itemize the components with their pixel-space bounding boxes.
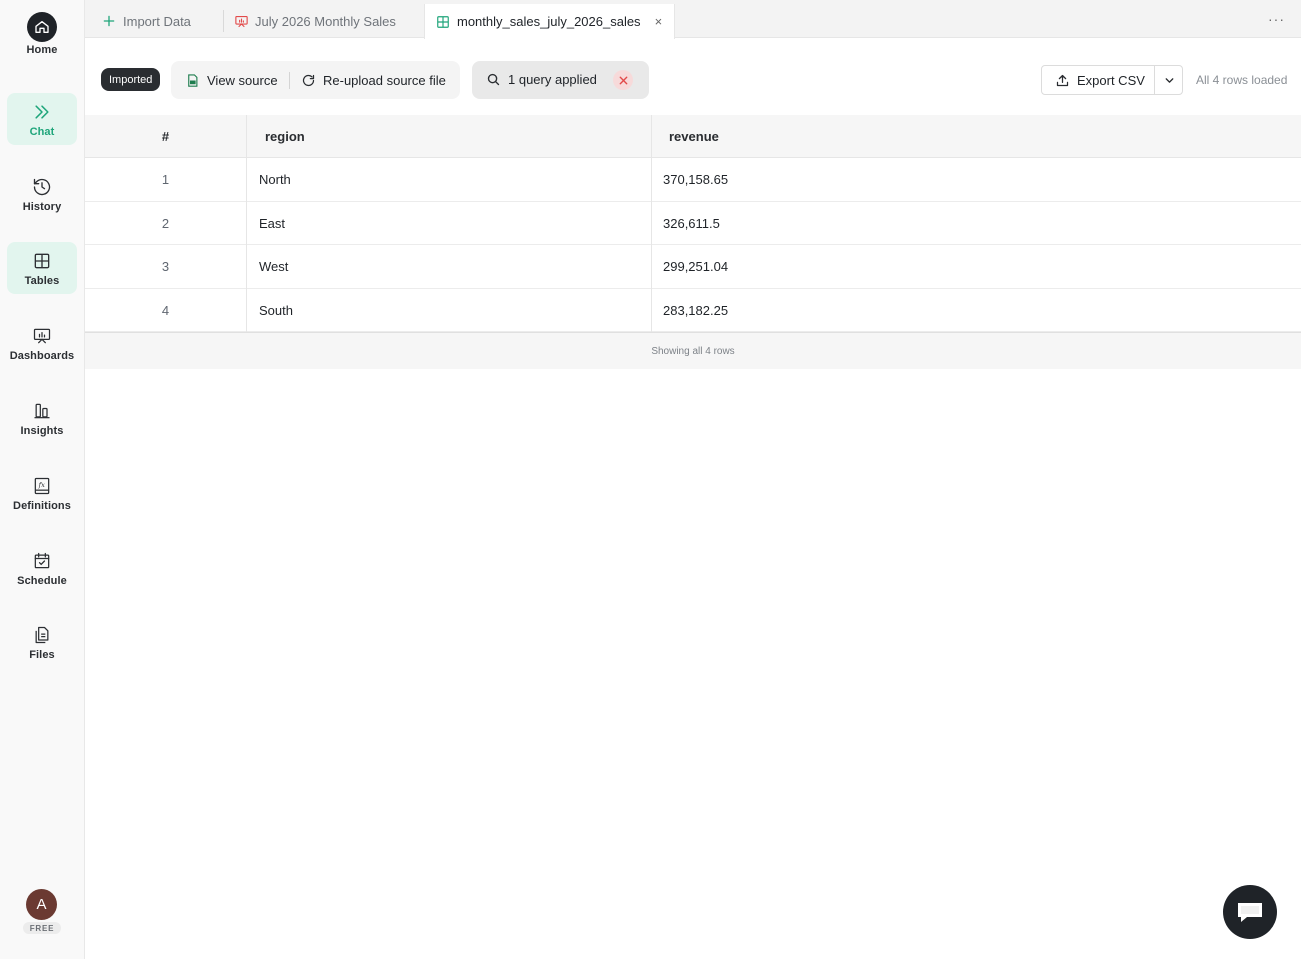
chat-bubble-icon <box>1238 903 1262 922</box>
toolbar-divider <box>289 72 290 89</box>
column-header-revenue[interactable]: revenue <box>669 115 719 158</box>
sidebar-item-label: Insights <box>20 424 64 437</box>
row-index: 1 <box>161 172 170 187</box>
close-icon[interactable]: × <box>655 14 663 29</box>
sidebar-item-label: Files <box>29 648 55 661</box>
export-group: Export CSV <box>1041 65 1183 95</box>
bar-columns-icon <box>31 400 53 422</box>
refresh-icon <box>301 72 317 88</box>
clear-query-button[interactable] <box>613 70 633 90</box>
revenue-cell[interactable]: 370,158.65 <box>663 158 728 201</box>
table-icon <box>435 14 451 30</box>
region-cell[interactable]: South <box>259 289 293 332</box>
presentation-chart-icon <box>31 325 53 347</box>
imported-badge: Imported <box>101 68 161 91</box>
sidebar-item-history[interactable]: History <box>7 168 77 220</box>
more-options-icon[interactable]: ··· <box>1268 11 1285 27</box>
tab-label: monthly_sales_july_2026_sales <box>457 14 641 29</box>
revenue-cell[interactable]: 326,611.5 <box>663 202 720 245</box>
revenue-cell[interactable]: 283,182.25 <box>663 289 728 332</box>
svg-text:fx: fx <box>38 480 45 488</box>
reupload-button[interactable]: Re-upload source file <box>301 61 446 99</box>
sidebar-item-definitions[interactable]: fx Definitions <box>7 467 77 519</box>
tab-july-2026-monthly-sales[interactable]: July 2026 Monthly Sales <box>223 4 424 38</box>
chevron-down-icon <box>1165 77 1173 83</box>
region-cell[interactable]: West <box>259 245 288 288</box>
export-options-button[interactable] <box>1154 66 1183 94</box>
tab-monthly-sales-table[interactable]: monthly_sales_july_2026_sales × <box>424 4 675 39</box>
tab-bar: Import Data July 2026 Monthly Sales mont… <box>85 0 1301 39</box>
files-icon <box>31 624 53 646</box>
view-source-button[interactable]: View source <box>185 61 278 99</box>
search-icon <box>486 72 501 92</box>
avatar[interactable]: A <box>26 889 57 920</box>
upload-icon <box>1055 73 1070 88</box>
plan-badge: FREE <box>23 922 61 934</box>
sidebar-item-label: History <box>22 200 62 213</box>
sidebar-item-label: Dashboards <box>9 349 75 362</box>
history-icon <box>31 176 53 198</box>
table-row[interactable]: 3 West 299,251.04 <box>85 245 1301 289</box>
sidebar-item-tables[interactable]: Tables <box>7 242 77 294</box>
support-chat-button[interactable] <box>1223 885 1277 939</box>
table-footer: Showing all 4 rows <box>85 332 1301 369</box>
region-cell[interactable]: North <box>259 158 291 201</box>
sidebar-item-schedule[interactable]: Schedule <box>7 542 77 594</box>
reupload-label: Re-upload source file <box>323 72 446 88</box>
sidebar-item-label: Schedule <box>17 574 67 587</box>
sidebar-item-label: Home <box>26 44 58 56</box>
close-icon <box>619 76 627 84</box>
query-filter-pill[interactable]: 1 query applied <box>472 61 649 99</box>
table-row[interactable]: 4 South 283,182.25 <box>85 289 1301 332</box>
sidebar: Home Chat History Tables Dashboards Insi… <box>0 0 85 959</box>
dashboard-icon <box>233 13 249 29</box>
sidebar-item-files[interactable]: Files <box>7 616 77 668</box>
view-source-label: View source <box>207 72 278 88</box>
export-csv-label: Export CSV <box>1077 72 1145 88</box>
sidebar-item-label: Definitions <box>13 499 71 512</box>
column-divider[interactable] <box>651 115 652 332</box>
sidebar-item-chat[interactable]: Chat <box>7 93 77 145</box>
spreadsheet-file-icon <box>185 72 201 88</box>
table-grid-icon <box>31 250 53 272</box>
home-icon <box>27 12 57 42</box>
data-table: # region revenue 1 North 370,158.65 2 Ea… <box>85 115 1301 369</box>
query-applied-label: 1 query applied <box>508 72 597 87</box>
tab-label: July 2026 Monthly Sales <box>255 13 396 29</box>
column-header-region[interactable]: region <box>265 115 305 158</box>
revenue-cell[interactable]: 299,251.04 <box>663 245 728 288</box>
sidebar-item-insights[interactable]: Insights <box>7 392 77 444</box>
region-cell[interactable]: East <box>259 202 285 245</box>
table-row[interactable]: 1 North 370,158.65 <box>85 158 1301 202</box>
row-index: 2 <box>161 215 170 231</box>
sidebar-item-dashboards[interactable]: Dashboards <box>7 317 77 369</box>
chevrons-right-icon <box>31 101 53 123</box>
tab-label: Import Data <box>123 13 191 29</box>
calendar-check-icon <box>31 550 53 572</box>
sidebar-item-label: Tables <box>24 274 60 287</box>
column-header-index[interactable]: # <box>85 115 246 158</box>
sidebar-item-home[interactable]: Home <box>7 8 77 60</box>
table-row[interactable]: 2 East 326,611.5 <box>85 202 1301 245</box>
sidebar-item-label: Chat <box>29 125 55 138</box>
source-actions-group: View source Re-upload source file <box>171 61 460 99</box>
row-index: 4 <box>161 302 170 318</box>
rows-loaded-status: All 4 rows loaded <box>1196 73 1288 87</box>
tab-import-data[interactable]: Import Data <box>91 4 223 38</box>
plus-icon <box>101 13 117 29</box>
column-divider[interactable] <box>246 115 247 332</box>
table-header: # region revenue <box>85 115 1301 158</box>
export-csv-button[interactable]: Export CSV <box>1042 66 1154 94</box>
formula-book-icon: fx <box>31 475 53 497</box>
row-index: 3 <box>161 259 170 274</box>
